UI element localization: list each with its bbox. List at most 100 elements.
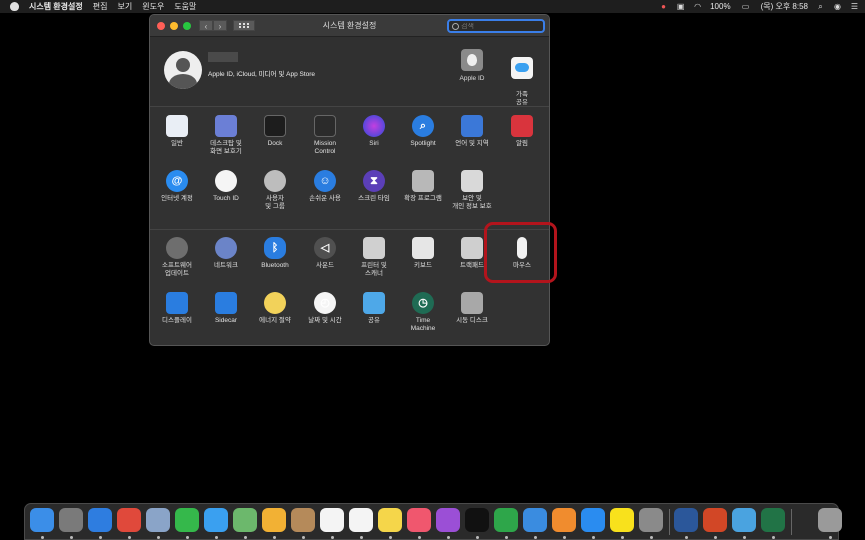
music-icon[interactable] bbox=[407, 508, 431, 532]
general-label: 일반 bbox=[171, 140, 183, 147]
keynote-icon[interactable] bbox=[523, 508, 547, 532]
bluetooth-label: Bluetooth bbox=[261, 262, 289, 269]
contacts-icon[interactable] bbox=[291, 508, 315, 532]
clock[interactable]: (목) 오후 8:58 bbox=[761, 1, 808, 12]
kakaotalk-icon[interactable] bbox=[610, 508, 634, 532]
running-indicator bbox=[621, 536, 624, 539]
menu-help[interactable]: 도움말 bbox=[174, 1, 196, 12]
running-indicator bbox=[128, 536, 131, 539]
touch-id-label: Touch ID bbox=[213, 195, 239, 202]
apple-tv-icon[interactable] bbox=[465, 508, 489, 532]
network-icon bbox=[215, 237, 237, 259]
excel-icon[interactable] bbox=[761, 508, 785, 532]
calendar-status-icon[interactable]: ▣ bbox=[676, 2, 685, 11]
word-icon[interactable] bbox=[674, 508, 698, 532]
menu-edit[interactable]: 편집 bbox=[93, 1, 108, 12]
pref-item-date-time[interactable]: ◴ 날짜 및 시간 bbox=[300, 292, 350, 325]
pref-item-general[interactable]: 일반 bbox=[152, 115, 202, 148]
podcasts-icon[interactable] bbox=[436, 508, 460, 532]
pref-item-touch-id[interactable]: Touch ID bbox=[201, 170, 251, 203]
family-sharing-label: 가족 공유 bbox=[516, 91, 528, 106]
network-label: 네트워크 bbox=[214, 262, 238, 269]
pref-item-keyboard[interactable]: 키보드 bbox=[398, 237, 448, 270]
pref-item-dock[interactable]: Dock bbox=[250, 115, 300, 148]
system-preferences-icon[interactable] bbox=[639, 508, 663, 532]
battery-percent[interactable]: 100% bbox=[710, 2, 730, 11]
family-sharing-item[interactable]: 가족 공유 bbox=[502, 49, 542, 107]
close-button[interactable] bbox=[157, 21, 165, 30]
search-icon bbox=[452, 22, 459, 30]
pref-item-mission-control[interactable]: Mission Control bbox=[300, 115, 350, 156]
siri-menu-icon[interactable]: ◉ bbox=[833, 2, 842, 11]
show-all-button[interactable] bbox=[233, 20, 255, 31]
messages-icon[interactable] bbox=[204, 508, 228, 532]
pref-item-time-machine[interactable]: ◷ Time Machine bbox=[398, 292, 448, 333]
pref-item-software-update[interactable]: 소프트웨어 업데이트 bbox=[152, 237, 202, 278]
pages-icon[interactable] bbox=[552, 508, 576, 532]
apple-menu-icon[interactable] bbox=[10, 2, 19, 11]
preview-icon[interactable] bbox=[146, 508, 170, 532]
facetime-icon[interactable] bbox=[175, 508, 199, 532]
pref-item-sound[interactable]: ◁ 사운드 bbox=[300, 237, 350, 270]
menu-view[interactable]: 보기 bbox=[117, 1, 132, 12]
battery-icon[interactable]: ▭ bbox=[739, 2, 753, 11]
powerpoint-icon[interactable] bbox=[703, 508, 727, 532]
photos-icon[interactable] bbox=[262, 508, 286, 532]
apple-id-item[interactable]: Apple ID bbox=[452, 49, 492, 83]
pref-item-displays[interactable]: 디스플레이 bbox=[152, 292, 202, 325]
calendar-icon[interactable] bbox=[320, 508, 344, 532]
status-app-icon[interactable]: ● bbox=[659, 2, 668, 11]
forward-button[interactable]: › bbox=[213, 20, 227, 31]
pref-item-security[interactable]: 보안 및 개인 정보 보호 bbox=[447, 170, 497, 211]
finder-icon[interactable] bbox=[30, 508, 54, 532]
pref-item-language-region[interactable]: 언어 및 지역 bbox=[447, 115, 497, 148]
pref-item-users-groups[interactable]: 사용자 및 그룹 bbox=[250, 170, 300, 211]
date-time-label: 날짜 및 시간 bbox=[308, 317, 342, 324]
pref-item-extensions[interactable]: 확장 프로그램 bbox=[398, 170, 448, 203]
reminders-icon[interactable] bbox=[349, 508, 373, 532]
pref-item-siri[interactable]: Siri bbox=[349, 115, 399, 148]
general-icon bbox=[166, 115, 188, 137]
pref-item-network[interactable]: 네트워크 bbox=[201, 237, 251, 270]
pref-item-accessibility[interactable]: ☺ 손쉬운 사용 bbox=[300, 170, 350, 203]
menu-bar: 시스템 환경설정 편집 보기 윈도우 도움말 ● ▣ ◠ 100% ▭ (목) … bbox=[0, 0, 865, 13]
numbers-icon[interactable] bbox=[494, 508, 518, 532]
chrome-icon[interactable] bbox=[117, 508, 141, 532]
wifi-icon[interactable]: ◠ bbox=[693, 2, 702, 11]
notes-icon[interactable] bbox=[378, 508, 402, 532]
pref-item-sharing[interactable]: 공유 bbox=[349, 292, 399, 325]
back-button[interactable]: ‹ bbox=[199, 20, 213, 31]
notification-center-icon[interactable]: ☰ bbox=[850, 2, 859, 11]
desktop-label: 데스크탑 및 화면 보호기 bbox=[210, 140, 242, 155]
safari-icon[interactable] bbox=[88, 508, 112, 532]
internet-accounts-label: 인터넷 계정 bbox=[161, 195, 193, 202]
finder-alt-icon[interactable] bbox=[732, 508, 756, 532]
launchpad-icon[interactable] bbox=[59, 508, 83, 532]
pref-item-startup-disk[interactable]: 시동 디스크 bbox=[447, 292, 497, 325]
siri-label: Siri bbox=[369, 140, 379, 147]
pref-item-notifications[interactable]: 알림 bbox=[497, 115, 547, 148]
pref-item-energy-saver[interactable]: 에너지 절약 bbox=[250, 292, 300, 325]
maps-icon[interactable] bbox=[233, 508, 257, 532]
pref-item-sidecar[interactable]: Sidecar bbox=[201, 292, 251, 325]
pref-item-spotlight[interactable]: ⌕ Spotlight bbox=[398, 115, 448, 148]
zoom-button[interactable] bbox=[183, 21, 191, 30]
menu-window[interactable]: 윈도우 bbox=[142, 1, 164, 12]
pref-item-desktop[interactable]: 데스크탑 및 화면 보호기 bbox=[201, 115, 251, 156]
spotlight-search-icon[interactable]: ⌕ bbox=[816, 2, 825, 11]
pref-item-internet-accounts[interactable]: @ 인터넷 계정 bbox=[152, 170, 202, 203]
spotlight-icon: ⌕ bbox=[412, 115, 434, 137]
minimize-button[interactable] bbox=[170, 21, 178, 30]
avatar[interactable] bbox=[164, 51, 202, 89]
trash-icon[interactable] bbox=[818, 508, 842, 532]
search-input[interactable] bbox=[461, 22, 541, 30]
pref-item-bluetooth[interactable]: ᛒ Bluetooth bbox=[250, 237, 300, 270]
pref-item-printer[interactable]: 프린터 및 스캐너 bbox=[349, 237, 399, 278]
pref-item-screen-time[interactable]: ⧗ 스크린 타임 bbox=[349, 170, 399, 203]
search-field[interactable] bbox=[447, 19, 545, 33]
title-bar[interactable]: ‹ › 시스템 환경설정 bbox=[150, 15, 549, 37]
menu-app-name[interactable]: 시스템 환경설정 bbox=[29, 1, 83, 12]
account-description[interactable]: Apple ID, iCloud, 미디어 및 App Store bbox=[208, 68, 315, 78]
sound-icon: ◁ bbox=[314, 237, 336, 259]
app-store-icon[interactable] bbox=[581, 508, 605, 532]
